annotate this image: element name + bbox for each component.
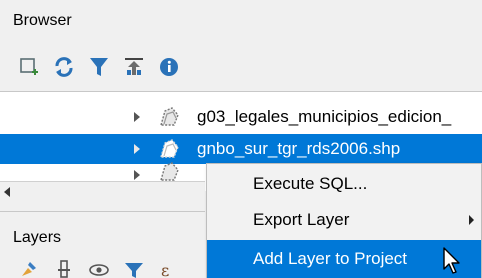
menu-item-add-layer-to-project[interactable]: Add Layer to Project	[207, 240, 481, 278]
expand-arrow-icon[interactable]	[134, 170, 140, 180]
visibility-icon[interactable]	[88, 258, 110, 278]
context-menu: Execute SQL... Export Layer Add Layer to…	[206, 163, 482, 278]
menu-item-label: Add Layer to Project	[253, 249, 408, 268]
expand-arrow-icon[interactable]	[134, 112, 140, 122]
expression-icon[interactable]: ε	[158, 258, 180, 278]
style-icon[interactable]	[18, 258, 40, 278]
menu-item-label: Execute SQL...	[253, 174, 368, 193]
scroll-left-icon[interactable]	[4, 187, 10, 197]
menu-item-export-layer[interactable]: Export Layer	[207, 202, 481, 238]
filter-icon[interactable]	[123, 258, 145, 278]
browser-toolbar	[18, 54, 193, 80]
svg-text:ε: ε	[161, 261, 169, 278]
polygon-layer-icon	[160, 139, 179, 158]
tree-item-label: gnbo_sur_tgr_rds2006.shp	[197, 139, 401, 158]
submenu-arrow-icon	[469, 215, 474, 225]
tree-item-selected[interactable]: gnbo_sur_tgr_rds2006.shp	[0, 134, 482, 164]
tree-item[interactable]: g03_legales_municipios_edicion_	[0, 102, 482, 132]
menu-item-execute-sql[interactable]: Execute SQL...	[207, 166, 481, 202]
layers-toolbar: ε	[18, 258, 193, 278]
tree-item-label: g03_legales_municipios_edicion_	[197, 107, 452, 126]
polygon-layer-icon	[160, 107, 179, 126]
info-icon[interactable]	[158, 56, 180, 78]
horizontal-scrollbar[interactable]	[0, 181, 205, 203]
panel-divider[interactable]	[0, 211, 205, 212]
mouse-cursor-icon	[443, 247, 460, 274]
add-group-icon[interactable]	[53, 258, 75, 278]
expand-arrow-icon[interactable]	[134, 144, 140, 154]
refresh-icon[interactable]	[53, 56, 75, 78]
layers-panel-title: Layers	[13, 229, 62, 246]
browser-panel-title: Browser	[13, 12, 72, 29]
filter-icon[interactable]	[88, 56, 110, 78]
menu-item-label: Export Layer	[253, 210, 350, 229]
add-layer-icon[interactable]	[18, 56, 40, 78]
collapse-all-icon[interactable]	[123, 56, 145, 78]
